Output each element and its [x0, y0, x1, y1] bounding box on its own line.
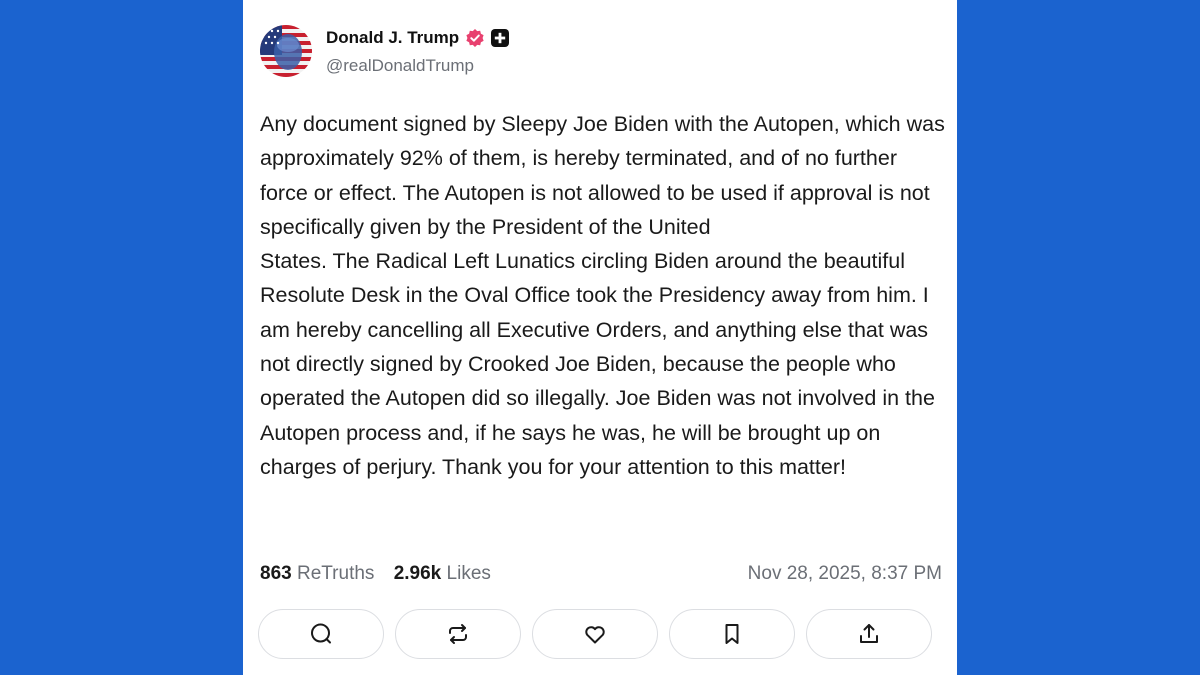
retruth-icon [449, 624, 467, 644]
post-paragraph: States. The Radical Left Lunatics circli… [260, 249, 935, 479]
like-button[interactable] [532, 609, 658, 659]
post-timestamp[interactable]: Nov 28, 2025, 8:37 PM [748, 563, 942, 585]
share-button[interactable] [806, 609, 932, 659]
verified-badge-icon [465, 28, 485, 48]
author-name-row: Donald J. Trump [326, 28, 510, 48]
retruths-count: 863 [260, 563, 292, 584]
avatar[interactable] [260, 25, 312, 77]
share-icon [860, 624, 878, 643]
post-card: Donald J. Trump @realDonaldTrump Any doc… [243, 0, 957, 675]
bookmark-icon [725, 624, 739, 644]
reply-button[interactable] [258, 609, 384, 659]
retruths-label: ReTruths [296, 563, 375, 584]
post-stats: 863 ReTruths 2.96k Likes Nov 28, 2025, 8… [260, 563, 942, 585]
action-bar [258, 609, 932, 659]
retruths-stat[interactable]: 863 ReTruths [260, 563, 374, 585]
retruth-button[interactable] [395, 609, 521, 659]
author-handle[interactable]: @realDonaldTrump [326, 56, 474, 76]
likes-stat[interactable]: 2.96k Likes [394, 563, 491, 585]
plus-badge-icon [491, 29, 510, 47]
flag-portrait-avatar-icon [260, 25, 312, 77]
reply-icon [311, 623, 331, 644]
likes-count: 2.96k [393, 563, 442, 584]
post-paragraph: Any document signed by Sleepy Joe Biden … [260, 112, 945, 239]
like-icon [585, 626, 605, 644]
author-display-name[interactable]: Donald J. Trump [326, 28, 459, 48]
post-body: Any document signed by Sleepy Joe Biden … [260, 107, 950, 484]
bookmark-button[interactable] [669, 609, 795, 659]
likes-label: Likes [446, 563, 491, 584]
